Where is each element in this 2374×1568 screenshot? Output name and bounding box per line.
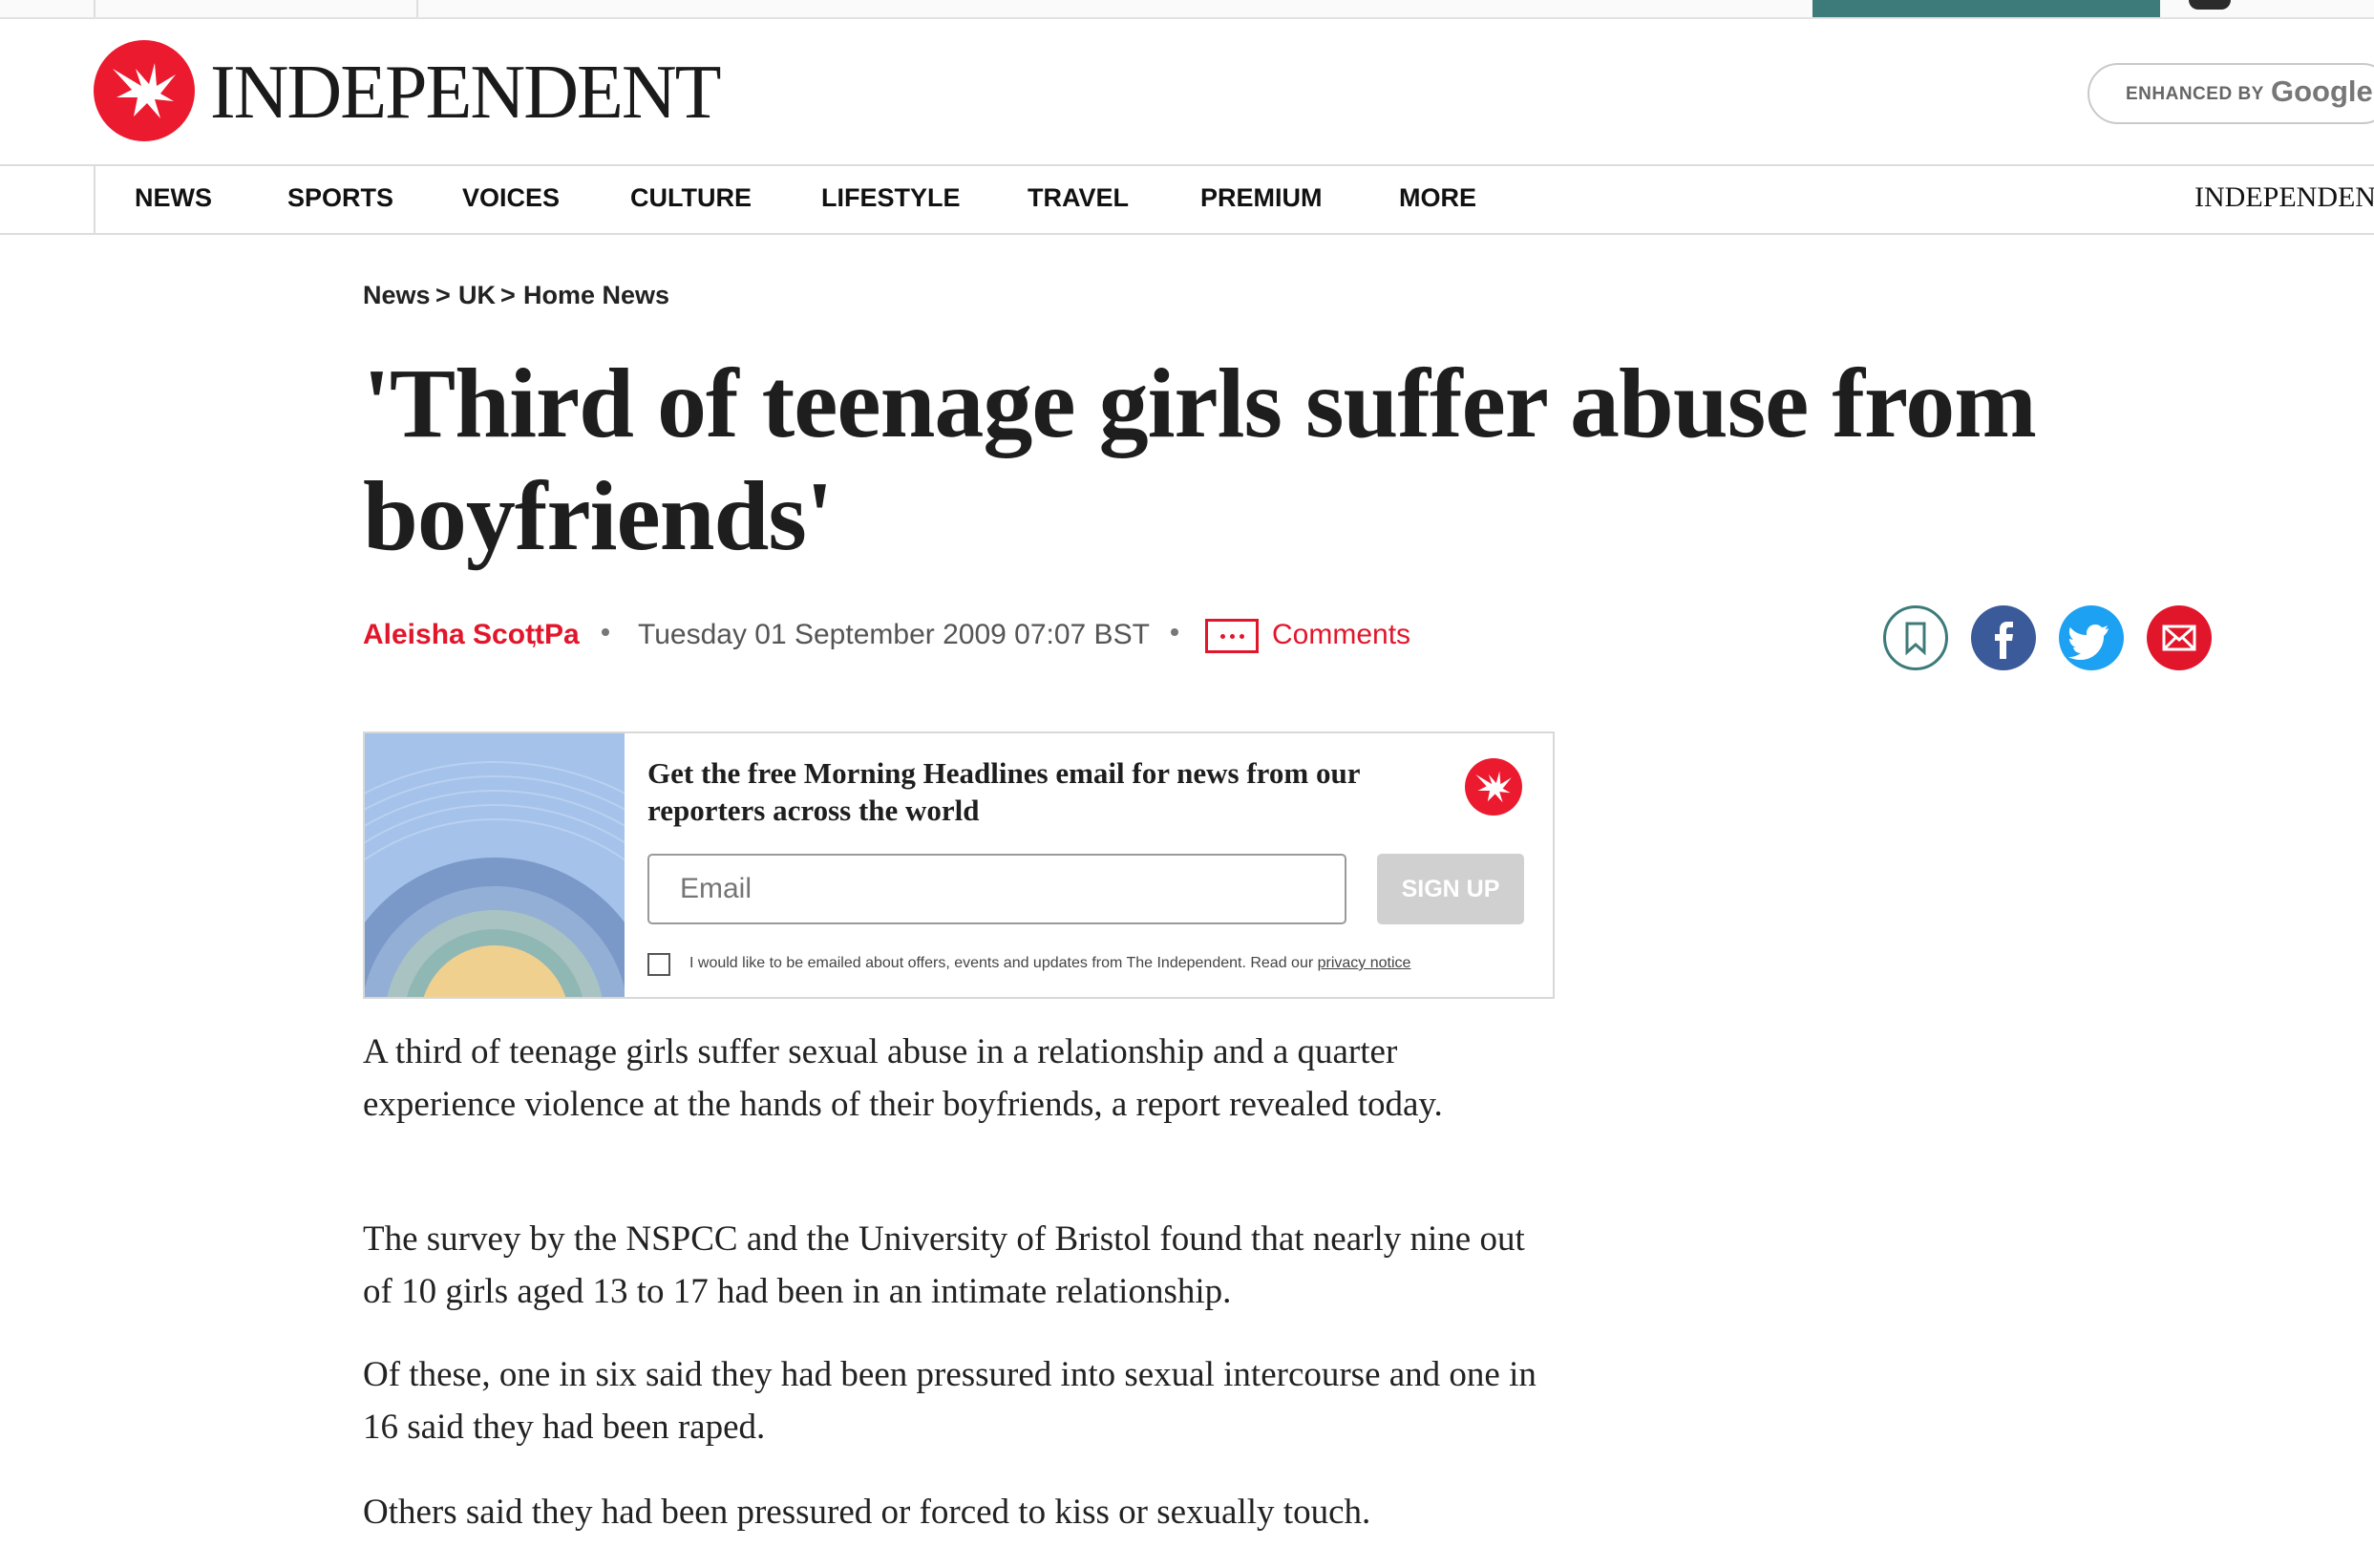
- nav-lifestyle[interactable]: LIFESTYLE: [821, 183, 961, 213]
- nav-voices[interactable]: VOICES: [462, 183, 560, 213]
- bookmark-icon[interactable]: [1883, 605, 1948, 670]
- strip-divider: [416, 0, 418, 17]
- publish-date: Tuesday 01 September 2009 07:07 BST: [638, 619, 1150, 650]
- twitter-icon[interactable]: [2059, 605, 2124, 670]
- article-paragraph: Others said they had been pressured or f…: [363, 1493, 1371, 1532]
- site-search[interactable]: ENHANCED BY Google: [2088, 63, 2374, 124]
- breadcrumb-home-news[interactable]: Home News: [523, 281, 669, 310]
- account-icon[interactable]: [2189, 0, 2231, 10]
- article-paragraph: The survey by the NSPCC and the Universi…: [363, 1219, 1525, 1311]
- byline-dot: [602, 628, 609, 636]
- nav-culture[interactable]: CULTURE: [630, 183, 752, 213]
- consent-checkbox[interactable]: [647, 953, 670, 976]
- signup-button[interactable]: SIGN UP: [1377, 854, 1524, 924]
- nav-premium[interactable]: PREMIUM: [1200, 183, 1323, 213]
- speech-bubble-icon[interactable]: [1205, 619, 1259, 653]
- breadcrumb-uk[interactable]: UK: [458, 281, 496, 310]
- breadcrumb-separator: >: [435, 281, 451, 309]
- main-nav: NEWS SPORTS VOICES CULTURE LIFESTYLE TRA…: [0, 164, 2374, 235]
- strip-divider: [94, 0, 95, 17]
- nav-divider: [94, 166, 95, 233]
- envelope-icon[interactable]: [2147, 605, 2212, 670]
- breadcrumb-separator: >: [500, 281, 516, 309]
- nav-news[interactable]: NEWS: [135, 183, 212, 213]
- email-field[interactable]: [647, 854, 1346, 924]
- eagle-icon[interactable]: [94, 40, 195, 141]
- privacy-notice-link[interactable]: privacy notice: [1318, 955, 1411, 971]
- consent-label: I would like to be emailed about offers,…: [689, 955, 1314, 971]
- eagle-icon: [1465, 758, 1522, 816]
- nav-more[interactable]: MORE: [1399, 183, 1476, 213]
- article-headline: 'Third of teenage girls suffer abuse fro…: [363, 349, 2037, 571]
- newsletter-title: Get the free Morning Headlines email for…: [647, 756, 1360, 827]
- author-link[interactable]: Aleisha Scott: [363, 619, 544, 651]
- consent-text: I would like to be emailed about offers,…: [689, 955, 1410, 972]
- subscribe-strip-button[interactable]: [1812, 0, 2160, 17]
- newsletter-signup: Get the free Morning Headlines email for…: [363, 731, 1555, 999]
- comments-link[interactable]: Comments: [1272, 619, 1410, 651]
- newsletter-illustration: [365, 733, 625, 997]
- nav-brand-link[interactable]: INDEPENDENT: [2194, 181, 2374, 214]
- brand-wordmark[interactable]: INDEPENDENT: [210, 50, 721, 136]
- article-paragraph: Of these, one in six said they had been …: [363, 1355, 1537, 1447]
- article-paragraph: A third of teenage girls suffer sexual a…: [363, 1032, 1443, 1124]
- search-prefix-label: ENHANCED BY: [2126, 84, 2264, 104]
- search-provider-label: Google: [2271, 74, 2373, 108]
- top-utility-strip: [0, 0, 2374, 19]
- facebook-icon[interactable]: [1971, 605, 2036, 670]
- agency-link[interactable]: Pa: [544, 619, 580, 651]
- nav-travel[interactable]: TRAVEL: [1028, 183, 1129, 213]
- breadcrumb-news[interactable]: News: [363, 281, 431, 310]
- byline-comma: ,: [530, 619, 539, 650]
- byline-dot: [1171, 628, 1178, 636]
- nav-sports[interactable]: SPORTS: [287, 183, 393, 213]
